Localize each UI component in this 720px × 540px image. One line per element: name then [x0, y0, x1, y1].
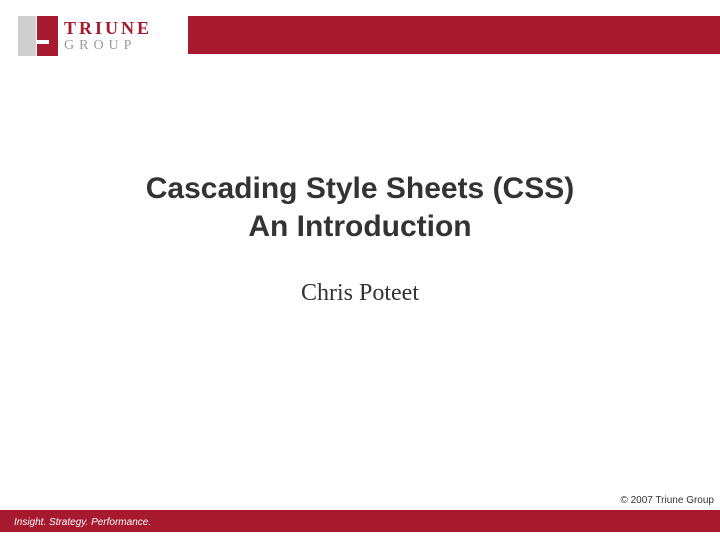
logo-mark-icon [18, 16, 58, 56]
title-line1: Cascading Style Sheets (CSS) [0, 170, 720, 208]
logo-line2: GROUP [64, 39, 152, 53]
slide-author: Chris Poteet [0, 280, 720, 307]
slide-title: Cascading Style Sheets (CSS) An Introduc… [0, 170, 720, 245]
company-logo: TRIUNE GROUP [18, 12, 178, 60]
copyright-text: © 2007 Triune Group [620, 495, 714, 506]
logo-text: TRIUNE GROUP [64, 19, 152, 53]
header-bar [188, 16, 720, 54]
logo-line1: TRIUNE [64, 19, 152, 37]
footer-tagline: Insight. Strategy. Performance. [14, 517, 151, 528]
title-line2: An Introduction [0, 208, 720, 246]
